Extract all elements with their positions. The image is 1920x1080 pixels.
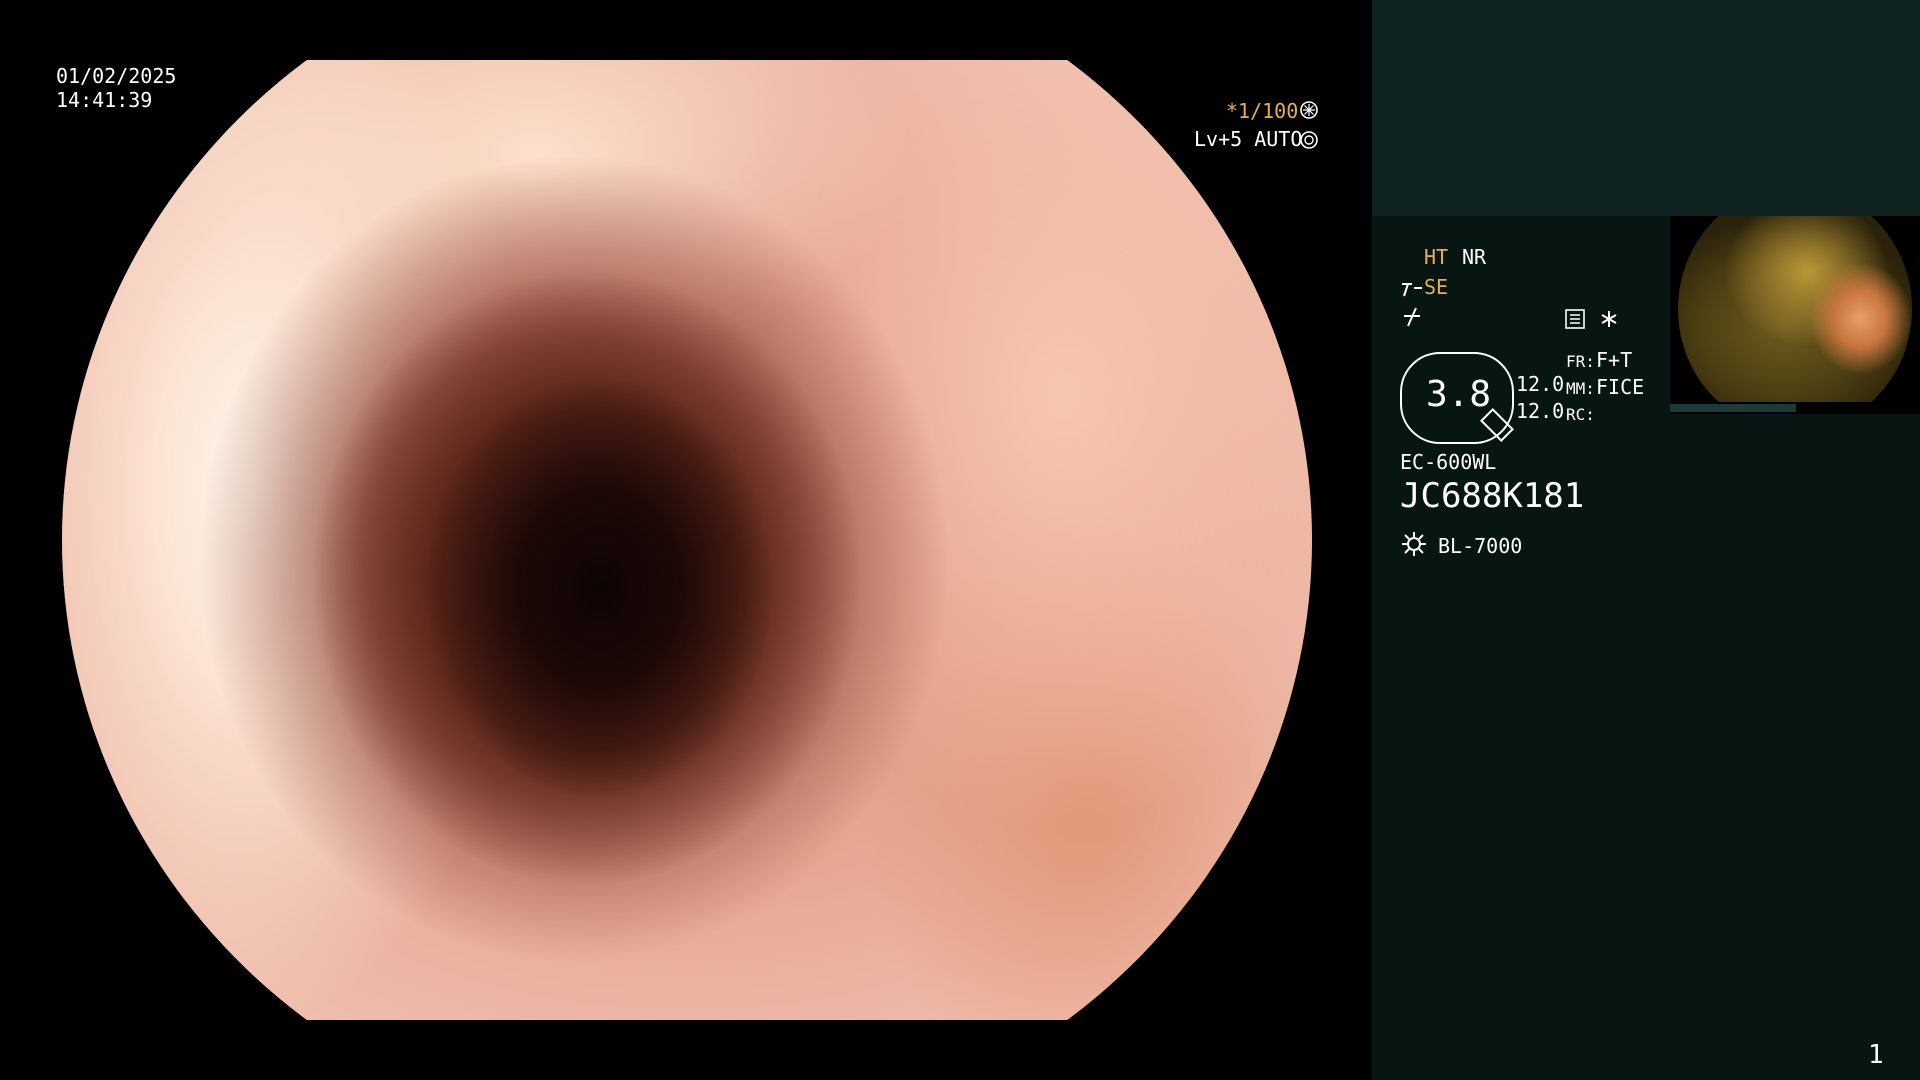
serial-number: JC688K181 (1400, 476, 1585, 516)
date-label: 01/02/2025 (56, 64, 177, 88)
time-label: 14:41:39 (56, 88, 153, 112)
se-label: SE (1424, 275, 1449, 299)
light-source-label: BL-7000 (1438, 534, 1523, 558)
shutter-label: *1/100 (1226, 99, 1299, 123)
thumbnail-image (1678, 216, 1912, 402)
thumbnail-bar (1670, 404, 1796, 412)
auto-iris-icon (1300, 131, 1318, 149)
shutter-mode-icon (1300, 101, 1318, 119)
reference-thumbnail (1670, 216, 1920, 414)
zoom-value: 3.8 (1426, 374, 1492, 415)
enhancement-icon (1400, 278, 1424, 300)
value-2: 12.0 (1516, 399, 1565, 423)
sidebar-header-panel (1372, 0, 1920, 216)
memory-icon (1564, 308, 1586, 330)
light-source-icon (1400, 530, 1428, 558)
endoscopic-image (62, 60, 1312, 1020)
fr-value: F+T (1596, 348, 1633, 372)
mm-value: FICE (1596, 375, 1645, 399)
value-1: 12.0 (1516, 372, 1565, 396)
mm-label: MM: (1566, 379, 1595, 398)
structure-icon (1402, 306, 1422, 328)
endoscope-video-area (0, 0, 1372, 1080)
ht-label: HT (1424, 245, 1449, 269)
light-level-label: Lv+5 AUTO (1194, 127, 1303, 151)
scope-model: EC-600WL (1400, 450, 1497, 474)
fr-label: FR: (1566, 352, 1595, 371)
page-number: 1 (1868, 1040, 1884, 1070)
rc-label: RC: (1566, 405, 1595, 424)
nr-label: NR (1462, 245, 1487, 269)
asterisk-icon (1598, 308, 1620, 330)
